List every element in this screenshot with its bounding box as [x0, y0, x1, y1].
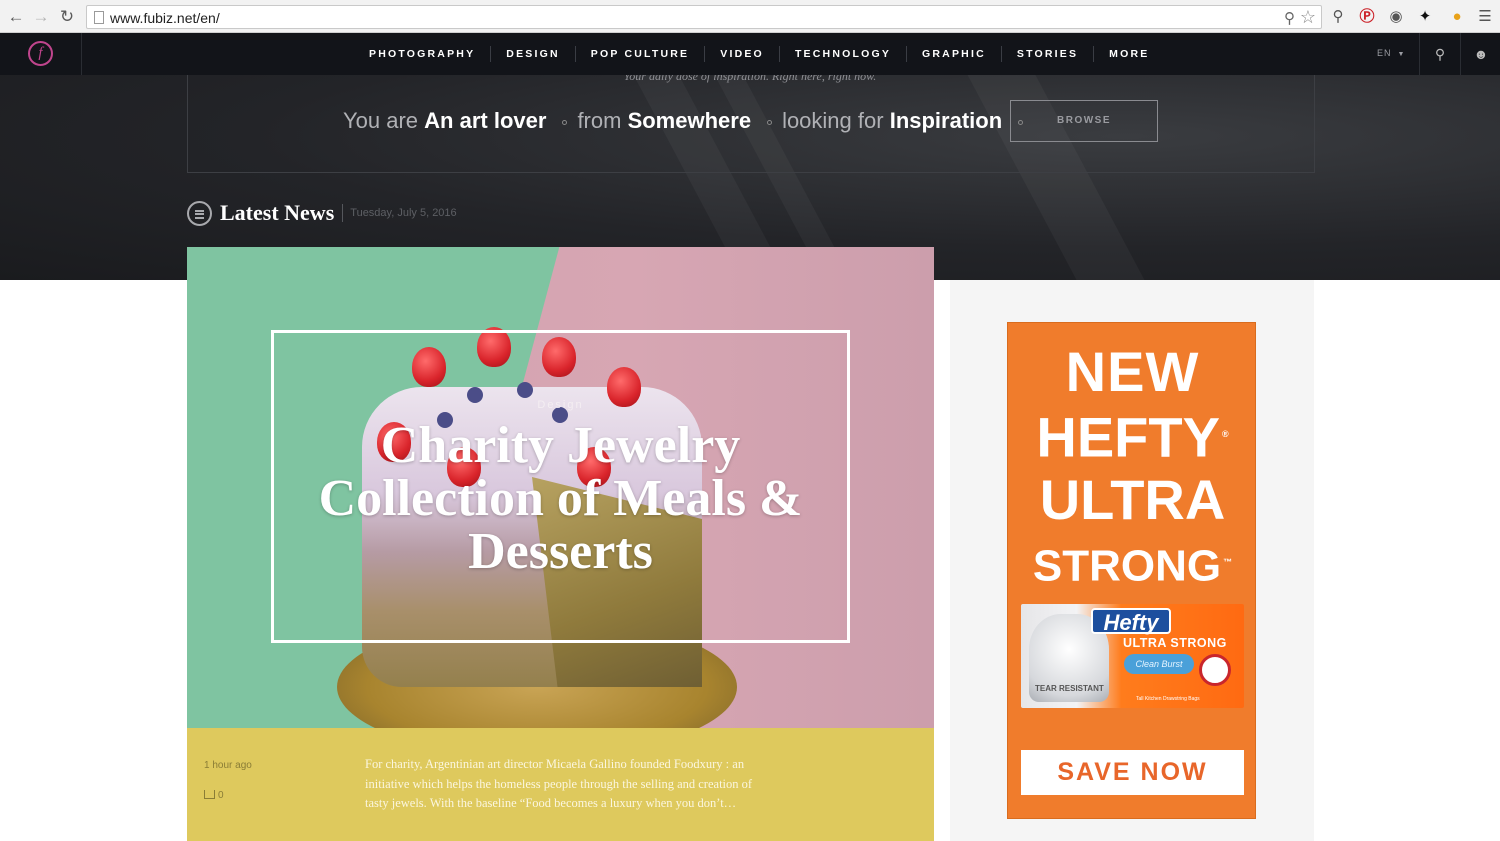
- search-extension-icon[interactable]: ⚲: [1328, 7, 1348, 27]
- fubiz-logo[interactable]: f: [28, 41, 53, 66]
- zoom-icon[interactable]: ⚲: [1284, 9, 1295, 27]
- colorful-extension-icon[interactable]: ●: [1447, 7, 1467, 27]
- bookmark-star-icon[interactable]: ☆: [1300, 7, 1316, 28]
- article-excerpt: For charity, Argentinian art director Mi…: [365, 757, 753, 810]
- divider: [1419, 33, 1420, 75]
- language-label: EN: [1377, 48, 1392, 58]
- back-icon[interactable]: ←: [7, 8, 25, 26]
- hefty-logo: Hefty: [1091, 608, 1171, 635]
- page-icon: [94, 11, 104, 24]
- url-text: www.fubiz.net/en/: [110, 10, 220, 26]
- article-time: 1 hour ago: [204, 760, 252, 771]
- browser-toolbar: ← → ↻ www.fubiz.net/en/ ⚲ ☆ ⚲ Ⓟ ◉ ✦ ● ☰: [0, 0, 1500, 33]
- current-date: Tuesday, July 5, 2016: [350, 207, 457, 219]
- list-icon: [187, 200, 212, 226]
- finder-profile-select[interactable]: An art lover: [424, 108, 546, 133]
- article-title[interactable]: Charity Jewelry Collection of Meals & De…: [277, 419, 844, 578]
- share-icon: [204, 790, 215, 799]
- pinterest-extension-icon[interactable]: Ⓟ: [1357, 7, 1377, 27]
- chevron-down-icon: ▼: [1397, 51, 1406, 58]
- product-name: ULTRA STRONG: [1123, 636, 1227, 650]
- language-selector[interactable]: EN ▼: [1377, 48, 1405, 58]
- ad-headline: NEW HEFTY ® ULTRA STRONG ™: [1008, 340, 1255, 597]
- finder-goal-select[interactable]: Inspiration: [890, 108, 1002, 133]
- nav-item-graphic[interactable]: GRAPHIC: [907, 46, 1002, 62]
- ad-headline-line: STRONG ™: [1032, 541, 1233, 591]
- share-count-value: 0: [218, 790, 224, 801]
- scent-label: Clean Burst: [1124, 654, 1194, 674]
- divider: [81, 33, 82, 75]
- reload-icon[interactable]: ↻: [58, 8, 76, 26]
- article-category[interactable]: Design: [187, 399, 934, 411]
- latest-news-header: Latest News Tuesday, July 5, 2016: [187, 199, 457, 227]
- globe-extension-icon[interactable]: ◉: [1386, 7, 1406, 27]
- inspiration-finder: You are An art lover from Somewhere lookin…: [187, 75, 1315, 173]
- forward-icon[interactable]: →: [32, 8, 50, 26]
- nav-item-more[interactable]: MORE: [1094, 46, 1164, 62]
- dropdown-dot-icon: [562, 119, 568, 125]
- arm-hammer-seal: [1199, 654, 1231, 686]
- site-navbar: f PHOTOGRAPHY DESIGN POP CULTURE VIDEO T…: [0, 33, 1500, 75]
- nav-item-photography[interactable]: PHOTOGRAPHY: [354, 46, 492, 62]
- finder-sentence: You are An art lover from Somewhere lookin…: [343, 108, 1033, 134]
- share-count[interactable]: 0: [204, 790, 224, 801]
- nav-item-pop-culture[interactable]: POP CULTURE: [576, 46, 706, 62]
- browse-button[interactable]: BROWSE: [1010, 100, 1158, 142]
- user-icon[interactable]: ☻: [1472, 45, 1490, 63]
- hefty-advertisement[interactable]: NEW HEFTY ® ULTRA STRONG ™ Hefty ULTRA STR…: [1007, 322, 1256, 819]
- finder-location-select[interactable]: Somewhere: [628, 108, 752, 133]
- browser-menu-icon[interactable]: ☰: [1475, 7, 1495, 27]
- address-bar[interactable]: www.fubiz.net/en/ ⚲ ☆: [86, 5, 1322, 29]
- ad-headline-line: HEFTY ®: [1036, 405, 1229, 469]
- search-icon[interactable]: ⚲: [1431, 45, 1449, 63]
- divider: [342, 204, 344, 222]
- bag-caption: Tall Kitchen Drawstring Bags: [1136, 696, 1200, 702]
- nav-item-video[interactable]: VIDEO: [705, 46, 780, 62]
- nav-item-stories[interactable]: STORIES: [1002, 46, 1095, 62]
- nav-item-design[interactable]: DESIGN: [491, 46, 576, 62]
- main-menu: PHOTOGRAPHY DESIGN POP CULTURE VIDEO TEC…: [354, 33, 1164, 75]
- save-now-button[interactable]: SAVE NOW: [1021, 750, 1244, 795]
- section-title: Latest News: [220, 200, 335, 225]
- featured-article-card[interactable]: Design Charity Jewelry Collection of Mea…: [187, 247, 934, 841]
- bird-extension-icon[interactable]: ✦: [1415, 7, 1435, 27]
- article-image[interactable]: Design Charity Jewelry Collection of Mea…: [187, 247, 934, 728]
- ad-headline-line: NEW: [1065, 340, 1200, 403]
- finder-prefix: from: [577, 108, 622, 133]
- article-footer: 1 hour ago 0 For charity, Argentinian ar…: [187, 728, 934, 841]
- finder-prefix: looking for: [782, 108, 884, 133]
- divider: [1460, 33, 1461, 75]
- ad-headline-line: ULTRA: [1039, 467, 1226, 531]
- dropdown-dot-icon: [767, 119, 773, 125]
- finder-prefix: You are: [343, 108, 419, 133]
- product-box-image: Hefty ULTRA STRONG Clean Burst TEAR RESI…: [1021, 604, 1244, 708]
- nav-item-technology[interactable]: TECHNOLOGY: [780, 46, 908, 62]
- tear-resistant-label: TEAR RESISTANT: [1035, 684, 1104, 693]
